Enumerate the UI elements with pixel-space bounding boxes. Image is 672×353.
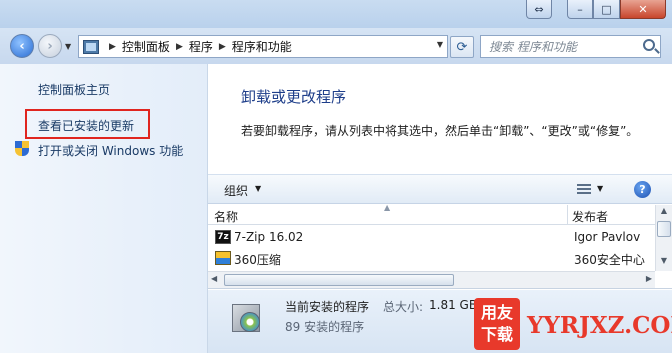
maximize-button[interactable]: □ (593, 0, 620, 19)
recent-pages-dropdown-icon[interactable]: ▼ (65, 42, 71, 51)
caption-buttons: – □ ✕ (567, 0, 666, 19)
page-description: 若要卸载程序，请从列表中将其选中，然后单击“卸载”、“更改”或“修复”。 (241, 124, 639, 138)
uac-shield-icon (15, 141, 29, 156)
total-size-value: 1.81 GB (429, 298, 478, 312)
address-dropdown-icon[interactable]: ▼ (437, 40, 443, 49)
watermark-logo: 用友 下载 (474, 298, 520, 350)
program-list: 名称 ▲ 发布者 7z 7-Zip 16.02 Igor Pavlov 360压… (208, 203, 672, 289)
help-icon[interactable]: ? (634, 181, 651, 198)
scroll-down-icon[interactable]: ▼ (658, 256, 670, 270)
breadcrumb-programs[interactable]: 程序 (189, 38, 213, 55)
scroll-up-icon[interactable]: ▲ (658, 206, 670, 220)
chevron-right-icon[interactable]: ▶ (109, 42, 116, 52)
control-panel-home-link[interactable]: 控制面板主页 (38, 81, 110, 98)
scroll-right-icon[interactable]: ▶ (646, 274, 652, 283)
list-header: 名称 ▲ 发布者 (208, 203, 655, 225)
address-bar[interactable]: ▶ 控制面板 ▶ 程序 ▶ 程序和功能 ▼ (78, 35, 448, 58)
watermark-logo-bottom: 下载 (480, 325, 513, 344)
search-placeholder: 搜索 程序和功能 (489, 40, 577, 54)
command-toolbar: 组织 ▼ ▼ ? (208, 174, 672, 204)
page-title: 卸载或更改程序 (241, 88, 347, 106)
table-row[interactable]: 360压缩 360安全中心 (208, 248, 655, 269)
back-button[interactable]: ‹ (10, 34, 34, 58)
chevron-right-icon[interactable]: ▶ (219, 42, 226, 52)
scroll-thumb[interactable] (657, 221, 671, 237)
column-header-publisher[interactable]: 发布者 (572, 208, 608, 225)
minimize-button[interactable]: – (567, 0, 593, 19)
organize-button[interactable]: 组织 (224, 182, 248, 199)
column-header-name[interactable]: 名称 (214, 208, 238, 225)
status-label: 当前安装的程序 (285, 300, 370, 314)
program-name: 7-Zip 16.02 (234, 230, 304, 244)
chevron-right-icon[interactable]: ▶ (176, 42, 183, 52)
vertical-scrollbar[interactable]: ▲ ▼ (655, 205, 672, 271)
sort-ascending-icon: ▲ (384, 203, 391, 212)
highlight-annotation-box (25, 109, 150, 139)
total-size-label: 总大小: (383, 300, 424, 314)
program-name: 360压缩 (234, 253, 281, 267)
scroll-left-icon[interactable]: ◀ (211, 274, 217, 283)
table-row[interactable]: 7z 7-Zip 16.02 Igor Pavlov (208, 227, 655, 248)
installed-programs-icon (228, 298, 266, 336)
chevron-down-icon[interactable]: ▼ (597, 184, 603, 193)
main-content: 卸载或更改程序 若要卸载程序，请从列表中将其选中，然后单击“卸载”、“更改”或“… (208, 64, 672, 353)
column-divider[interactable] (567, 205, 568, 225)
forward-button[interactable]: › (38, 34, 62, 58)
360-compress-icon (215, 251, 231, 265)
windows-features-link[interactable]: 打开或关闭 Windows 功能 (38, 142, 183, 159)
refresh-button[interactable]: ⟳ (450, 36, 474, 58)
program-count: 89 安装的程序 (285, 320, 365, 334)
control-panel-icon (83, 39, 99, 54)
watermark-logo-top: 用友 (480, 303, 513, 322)
title-bar: ⇔ – □ ✕ (0, 0, 672, 28)
expand-icon[interactable]: ⇔ (526, 0, 552, 19)
breadcrumb-programs-features[interactable]: 程序和功能 (232, 38, 292, 55)
chevron-down-icon[interactable]: ▼ (255, 184, 261, 193)
close-button[interactable]: ✕ (620, 0, 666, 19)
left-task-pane: 控制面板主页 查看已安装的更新 打开或关闭 Windows 功能 (0, 64, 208, 353)
7zip-icon: 7z (215, 230, 231, 244)
horizontal-scrollbar[interactable]: ◀ ▶ (208, 271, 655, 288)
scroll-thumb[interactable] (224, 274, 454, 286)
program-publisher: 360安全中心 (574, 253, 645, 267)
program-publisher: Igor Pavlov (574, 230, 641, 244)
breadcrumb-control-panel[interactable]: 控制面板 (122, 38, 170, 55)
navigation-bar: ‹ › ▼ ▶ 控制面板 ▶ 程序 ▶ 程序和功能 ▼ ⟳ 搜索 程序和功能 (0, 28, 672, 64)
view-options-icon[interactable] (577, 184, 591, 195)
search-icon[interactable] (643, 39, 655, 51)
search-input[interactable]: 搜索 程序和功能 (480, 35, 661, 58)
watermark-text: YYRJXZ.COM (527, 312, 672, 339)
